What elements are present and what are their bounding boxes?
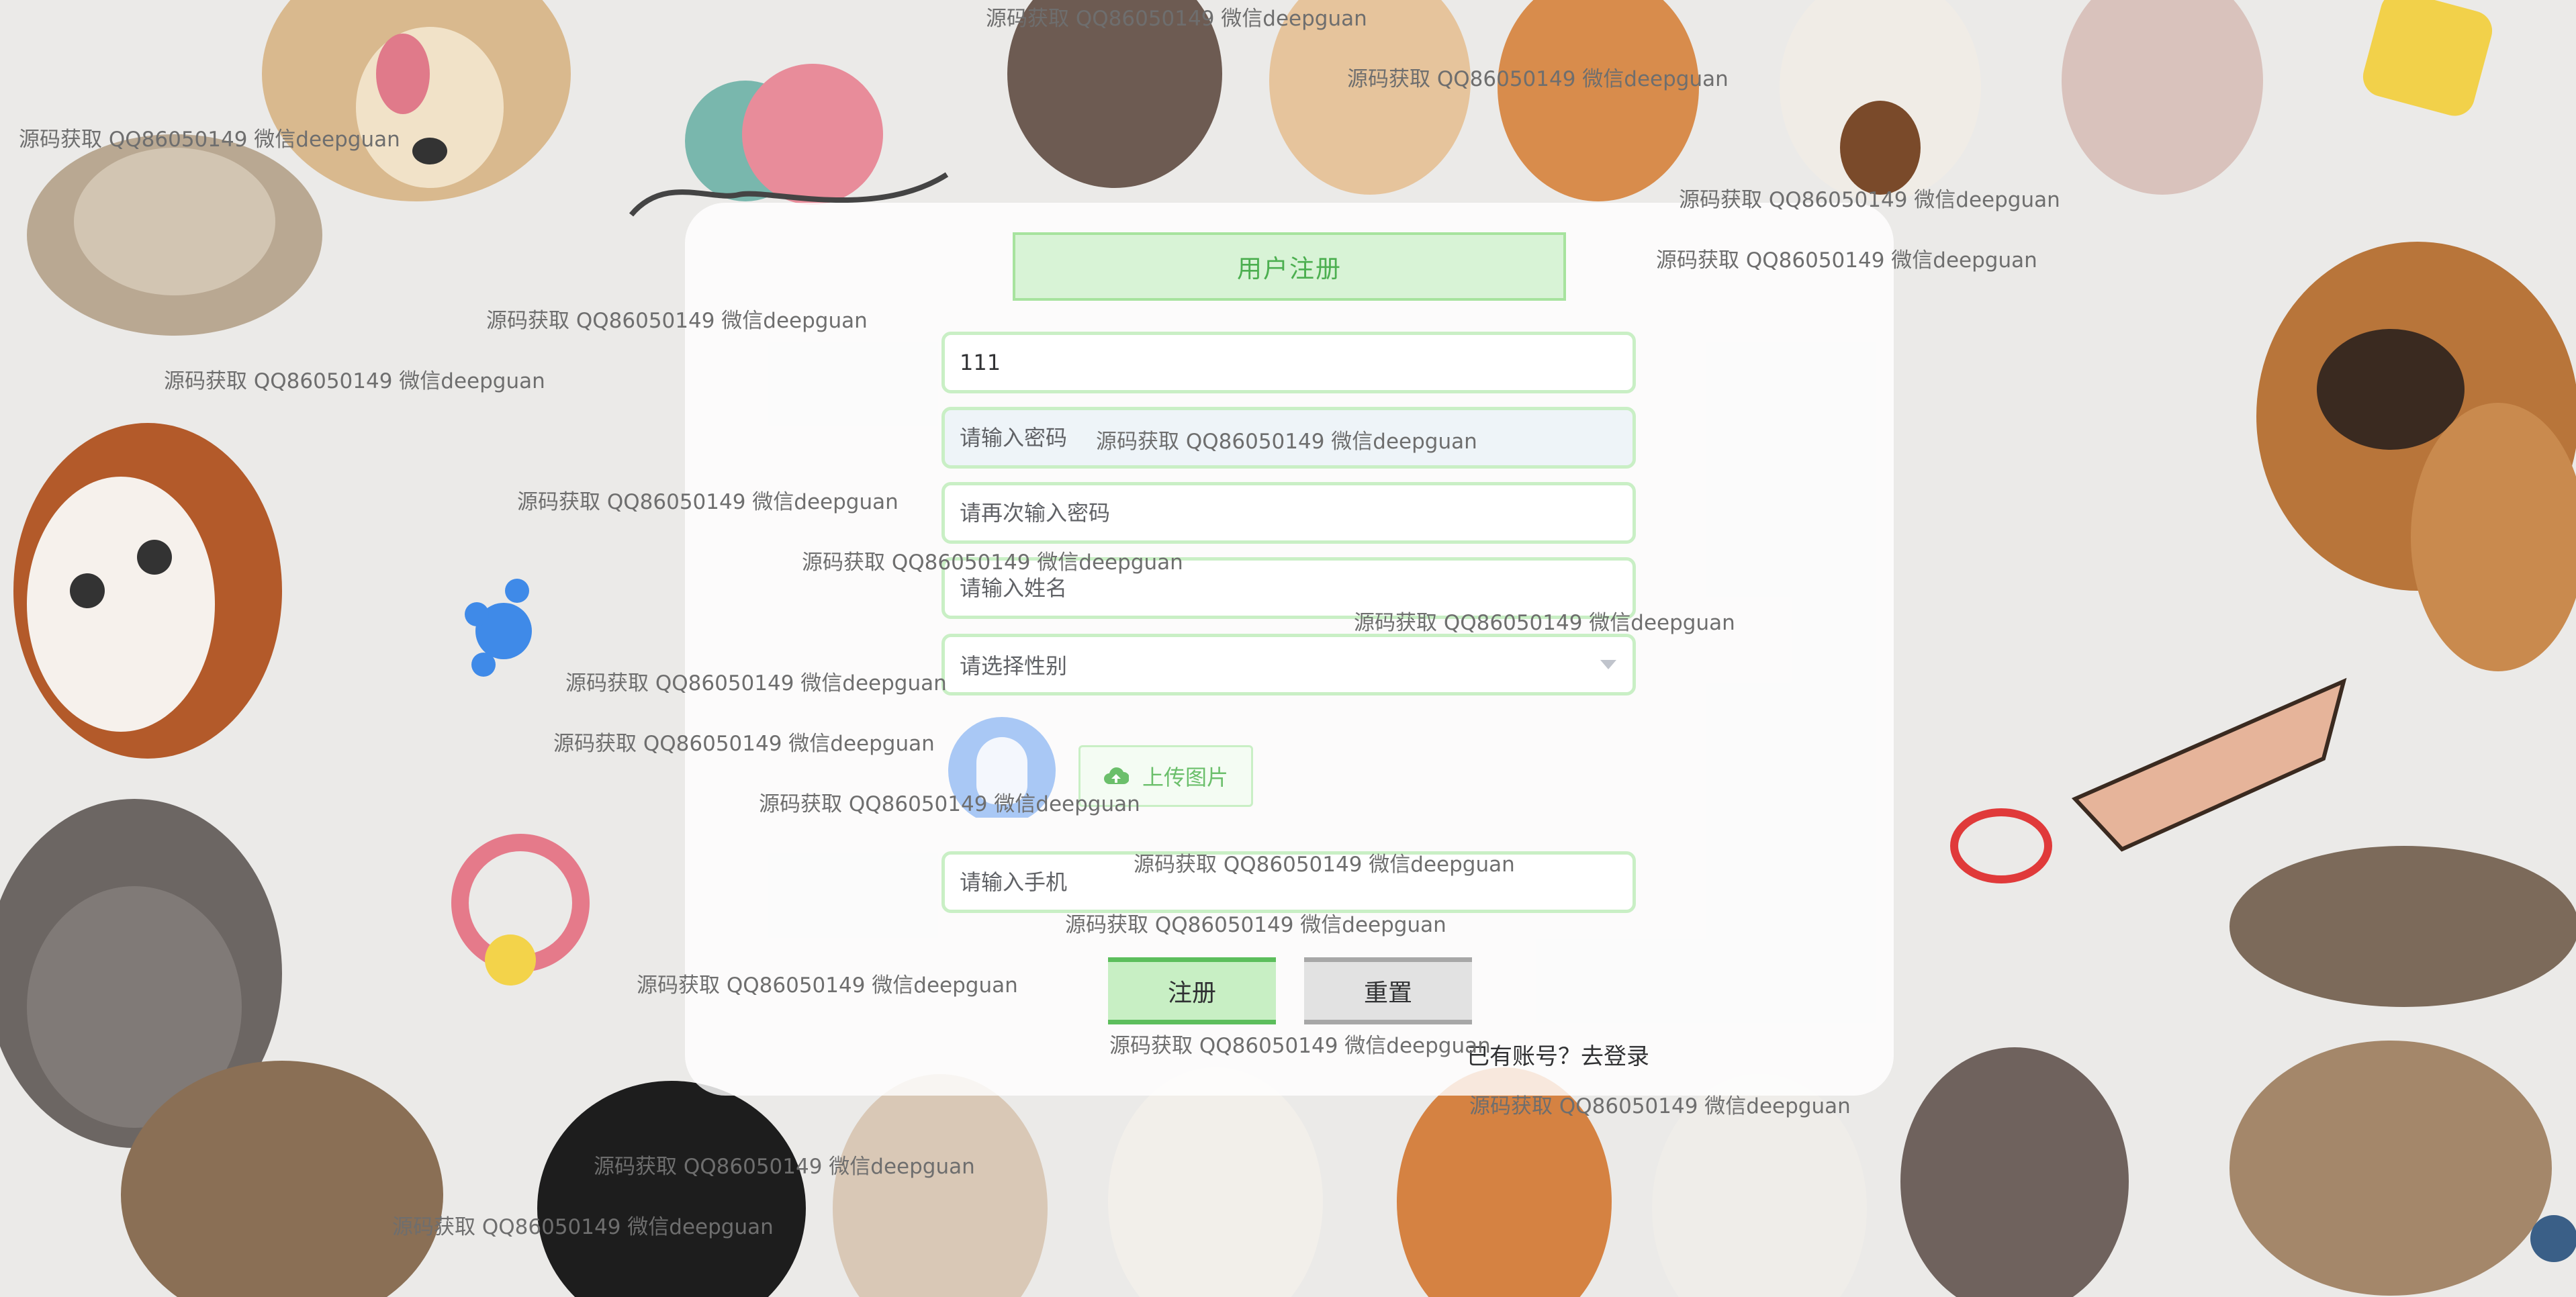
watermark-text: 源码获取 QQ86050149 微信deepguan [594,1155,975,1179]
reset-button[interactable]: 重置 [1304,957,1472,1024]
watermark-text: 源码获取 QQ86050149 微信deepguan [392,1215,774,1239]
page-title: 用户注册 [1013,232,1566,301]
floating-assistant-icon[interactable] [2530,1215,2576,1262]
reset-button-label: 重置 [1363,979,1412,1007]
watermark-text: 源码获取 QQ86050149 微信deepguan [986,7,1367,31]
watermark-text: 源码获取 QQ86050149 微信deepguan [1347,67,1729,91]
username-input[interactable] [960,350,1618,375]
watermark-text: 源码获取 QQ86050149 微信deepguan [1065,913,1446,937]
confirm-password-input[interactable] [960,500,1618,526]
chevron-down-icon [1600,660,1616,669]
confirm-password-field[interactable] [941,482,1636,544]
gender-select[interactable]: 请选择性别 [941,634,1636,695]
watermark-text: 源码获取 QQ86050149 微信deepguan [1354,611,1735,635]
upload-image-label: 上传图片 [1142,765,1228,790]
page-title-text: 用户注册 [1237,254,1342,283]
watermark-text: 源码获取 QQ86050149 微信deepguan [553,732,935,756]
register-button[interactable]: 注册 [1108,957,1276,1024]
watermark-text: 源码获取 QQ86050149 微信deepguan [1679,188,2060,212]
watermark-text: 源码获取 QQ86050149 微信deepguan [486,309,868,333]
go-login-link[interactable]: 已有账号？去登录 [1467,1038,1649,1071]
watermark-text: 源码获取 QQ86050149 微信deepguan [637,973,1018,998]
watermark-text: 源码获取 QQ86050149 微信deepguan [1096,430,1477,454]
watermark-text: 源码获取 QQ86050149 微信deepguan [164,369,545,393]
name-input[interactable] [960,575,1618,601]
watermark-text: 源码获取 QQ86050149 微信deepguan [759,792,1140,816]
watermark-text: 源码获取 QQ86050149 微信deepguan [1109,1034,1491,1058]
cloud-upload-icon [1104,767,1129,784]
gender-select-placeholder: 请选择性别 [960,653,1068,679]
username-field[interactable] [941,332,1636,393]
watermark-text: 源码获取 QQ86050149 微信deepguan [565,671,947,695]
watermark-text: 源码获取 QQ86050149 微信deepguan [1134,853,1515,877]
register-button-label: 注册 [1167,979,1216,1007]
watermark-text: 源码获取 QQ86050149 微信deepguan [517,490,899,514]
watermark-text: 源码获取 QQ86050149 微信deepguan [1656,248,2037,273]
watermark-text: 源码获取 QQ86050149 微信deepguan [19,128,400,152]
watermark-text: 源码获取 QQ86050149 微信deepguan [802,550,1183,575]
watermark-text: 源码获取 QQ86050149 微信deepguan [1469,1094,1851,1118]
